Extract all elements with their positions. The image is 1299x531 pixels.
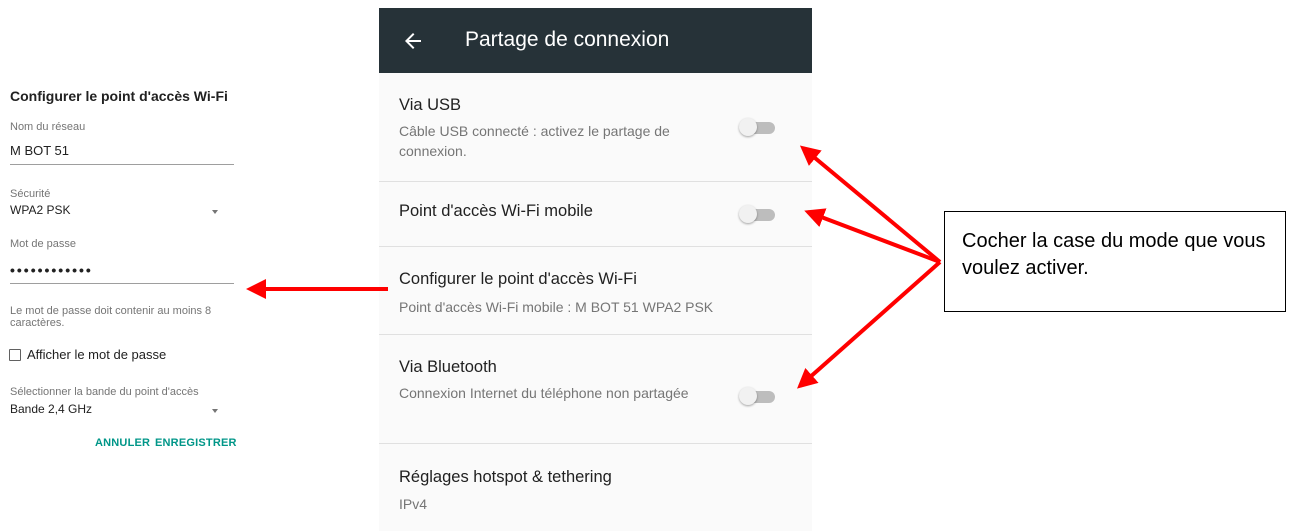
setting-row-bluetooth[interactable]: Via Bluetooth Connexion Internet du télé… [379,335,812,443]
switch-thumb [739,118,757,136]
security-select[interactable]: WPA2 PSK [10,203,70,217]
setting-subtitle: Câble USB connecté : activez le partage … [399,123,670,159]
usb-toggle-switch[interactable] [739,118,777,136]
arrow-to-wifi-switch [804,208,941,264]
setting-subtitle: IPv4 [399,496,428,512]
instruction-callout: Cocher la case du mode que vous voulez a… [944,211,1286,312]
setting-title: Configurer le point d'accès Wi-Fi [399,270,637,288]
arrow-to-bluetooth-switch [797,260,942,389]
show-password-checkbox[interactable]: Afficher le mot de passe [9,347,166,362]
setting-row-hotspot-tethering[interactable]: Réglages hotspot & tethering IPv4 [379,444,812,531]
setting-subtitle: Point d'accès Wi-Fi mobile : M BOT 51 WP… [399,299,714,315]
wifi-hotspot-toggle-switch[interactable] [739,205,777,223]
setting-title: Via Bluetooth [399,358,497,376]
setting-row-wifi-hotspot[interactable]: Point d'accès Wi-Fi mobile [379,182,812,246]
password-underline [10,283,234,284]
bluetooth-toggle-switch[interactable] [739,387,777,405]
arrow-left-icon[interactable] [401,29,425,53]
app-bar: Partage de connexion [379,8,812,73]
checkbox-icon[interactable] [9,348,21,361]
band-label: Sélectionner la bande du point d'accès [10,386,199,398]
password-input[interactable]: •••••••••••• [10,262,93,278]
setting-row-configure-hotspot[interactable]: Configurer le point d'accès Wi-Fi Point … [379,247,812,334]
setting-title: Point d'accès Wi-Fi mobile [399,202,593,220]
cancel-button[interactable]: ANNULER [95,437,150,449]
save-button[interactable]: ENREGISTRER [155,437,237,449]
setting-title: Via USB [399,96,462,114]
show-password-label: Afficher le mot de passe [27,347,167,362]
network-name-label: Nom du réseau [10,121,86,133]
password-label: Mot de passe [10,238,77,250]
setting-subtitle: Connexion Internet du téléphone non part… [399,385,689,401]
security-label: Sécurité [10,188,51,200]
network-name-input[interactable]: M BOT 51 [10,143,69,158]
switch-thumb [739,387,757,405]
hotspot-config-dialog: Configurer le point d'accès Wi-Fi Nom du… [0,0,240,531]
page-title: Partage de connexion [465,28,670,51]
password-hint: Le mot de passe doit contenir au moins 8… [10,305,212,329]
security-dropdown-icon[interactable] [212,210,218,214]
setting-row-usb[interactable]: Via USB Câble USB connecté : activez le … [379,73,812,181]
band-dropdown-icon[interactable] [212,409,218,413]
tethering-settings-screen: Partage de connexion Via USB Câble USB c… [379,8,812,531]
network-name-underline [10,164,234,165]
band-select[interactable]: Bande 2,4 GHz [10,402,92,416]
arrow-to-usb-switch [799,145,942,264]
callout-text: Cocher la case du mode que vous voulez a… [962,230,1266,279]
switch-thumb [739,205,757,223]
setting-title: Réglages hotspot & tethering [399,468,612,486]
dialog-title: Configurer le point d'accès Wi-Fi [10,88,228,104]
